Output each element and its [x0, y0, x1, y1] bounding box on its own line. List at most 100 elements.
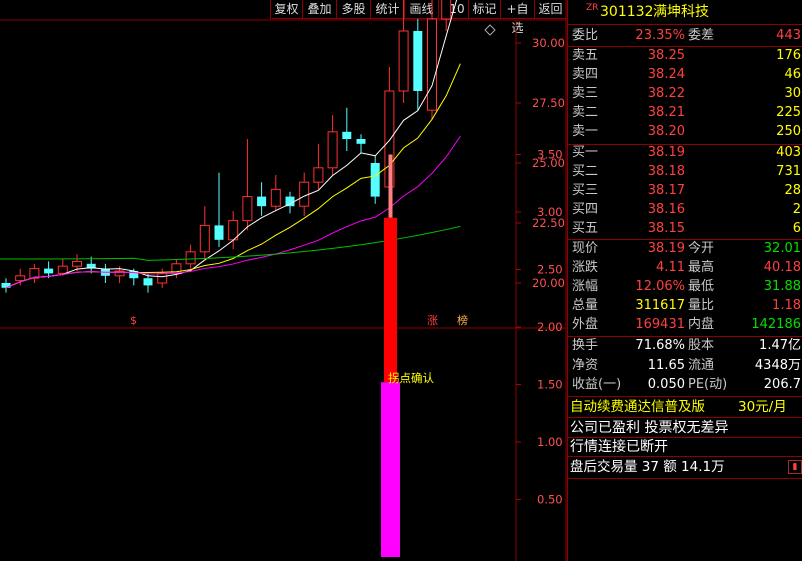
stats-value: 142186	[751, 317, 801, 332]
bid-volume: 2	[792, 202, 801, 217]
ask-row[interactable]: 卖二 38.21 225	[568, 103, 802, 123]
indicator-signal-label: 拐点确认	[388, 371, 434, 385]
fund-label: 收益(一)	[572, 377, 622, 392]
bid-label: 买四	[572, 202, 599, 217]
ask-row[interactable]: 卖五 38.25 176	[568, 46, 802, 66]
weicha-value: 443	[776, 28, 801, 43]
candle-body	[413, 31, 423, 91]
indicator-tick-label: 2.00	[537, 320, 563, 334]
candle-body	[185, 251, 196, 265]
fund-label: 股本	[688, 338, 715, 353]
stats-label: 内盘	[688, 317, 715, 332]
indicator-tick-label: 1.00	[537, 435, 563, 449]
stats-label: 涨跌	[572, 260, 599, 275]
signal-marker: 榜	[457, 313, 468, 327]
promo-price[interactable]: 30元/月	[738, 397, 787, 417]
stats-row: 总量 311617 量比 1.18	[568, 296, 802, 316]
ask-volume: 30	[784, 86, 801, 101]
stats-value: 32.01	[763, 241, 801, 256]
fund-value: 1.47亿	[759, 338, 801, 353]
bid-volume: 6	[792, 221, 801, 236]
ask-row[interactable]: 卖三 38.22 30	[568, 84, 802, 104]
ask-row[interactable]: 卖一 38.20 250	[568, 122, 802, 142]
stats-value: 169431	[635, 317, 685, 332]
bid-row[interactable]: 买三 38.17 28	[568, 181, 802, 201]
bid-row[interactable]: 买五 38.15 6	[568, 219, 802, 239]
fund-row: 换手 71.68% 股本 1.47亿	[568, 336, 802, 356]
candle-body	[356, 139, 366, 144]
signal-marker: $	[130, 314, 137, 327]
stats-row: 涨幅 12.06% 最低 31.88	[568, 277, 802, 297]
quote-panel: ZR 301132 满坤科技 委比 23.35% 委差 443 卖五 38.25 1…	[567, 0, 802, 561]
ask-row[interactable]: 卖四 38.24 46	[568, 65, 802, 85]
price-tick-label: 27.50	[532, 96, 565, 110]
price-tick-label: 30.00	[532, 36, 565, 50]
kline-chart[interactable]: 37.5035.0032.5030.0027.5025.0022.5020.00…	[0, 0, 567, 561]
stats-label: 量比	[688, 298, 715, 313]
stats-label: 最低	[688, 279, 715, 294]
candle-body	[214, 225, 224, 240]
stats-label: 今开	[688, 241, 715, 256]
indicator-tick-label: 0.50	[537, 493, 563, 507]
ask-price: 38.24	[647, 67, 685, 82]
fund-value: 0.050	[647, 377, 685, 392]
stats-value: 40.18	[763, 260, 801, 275]
bid-row[interactable]: 买二 38.18 731	[568, 162, 802, 182]
bid-volume: 731	[776, 164, 801, 179]
ask-volume: 46	[784, 67, 801, 82]
stats-row: 外盘 169431 内盘 142186	[568, 315, 802, 335]
candle-body	[157, 272, 168, 284]
promo-row[interactable]: 自动续费通达信普及版 30元/月	[568, 397, 802, 417]
bid-volume: 28	[784, 183, 801, 198]
bid-price: 38.17	[647, 183, 685, 198]
stats-label: 外盘	[572, 317, 599, 332]
bid-label: 买二	[572, 164, 599, 179]
bid-price: 38.18	[647, 164, 685, 179]
ask-price: 38.21	[647, 105, 685, 120]
after-hours-row: 盘后交易量 37 额 14.1万 ▮	[568, 457, 802, 477]
fund-label: 流通	[688, 357, 715, 373]
candle-body	[370, 163, 380, 197]
bid-volume: 403	[776, 145, 801, 160]
stock-name: 满坤科技	[653, 4, 709, 20]
candle-body	[15, 275, 26, 282]
promo-text[interactable]: 自动续费通达信普及版	[570, 397, 705, 417]
fund-label: 净资	[572, 357, 599, 373]
stats-label: 涨幅	[572, 279, 599, 294]
fund-value: 11.65	[647, 357, 685, 373]
candle-body	[427, 18, 437, 111]
fund-value: 71.68%	[635, 338, 685, 353]
candle-body	[270, 188, 281, 207]
weibi-row: 委比 23.35% 委差 443	[568, 26, 802, 46]
fund-label: PE(动)	[688, 377, 728, 392]
ask-label: 卖三	[572, 86, 599, 101]
stock-prefix-badge: ZR	[586, 3, 599, 13]
ask-label: 卖五	[572, 48, 599, 63]
after-hours-text: 盘后交易量 37 额 14.1万	[570, 459, 725, 475]
ask-price: 38.25	[647, 48, 685, 63]
diamond-icon	[484, 24, 496, 36]
price-tick-label: 20.00	[532, 276, 565, 290]
candle-body	[257, 196, 267, 207]
bid-row[interactable]: 买四 38.16 2	[568, 200, 802, 220]
stats-label: 现价	[572, 241, 599, 256]
stats-row: 涨跌 4.11 最高 40.18	[568, 258, 802, 278]
ask-price: 38.22	[647, 86, 685, 101]
bid-price: 38.15	[647, 221, 685, 236]
bid-row[interactable]: 买一 38.19 403	[568, 143, 802, 163]
bar-chart-icon[interactable]: ▮	[788, 460, 802, 474]
indicator-tick-label: 3.00	[537, 205, 563, 219]
stats-value: 12.06%	[635, 279, 685, 294]
candle-body	[199, 224, 210, 253]
note-text: 行情连接已断开	[570, 439, 668, 455]
ask-volume: 250	[776, 124, 801, 139]
candle-body	[441, 0, 452, 20]
stats-label: 最高	[688, 260, 715, 275]
candle-body	[398, 30, 409, 92]
stats-value: 311617	[635, 298, 685, 313]
fund-row: 净资 11.65 流通 4348万	[568, 356, 802, 376]
note-text: 公司已盈利 投票权无差异	[570, 420, 729, 436]
note-row-0: 公司已盈利 投票权无差异	[568, 418, 802, 438]
fund-value: 206.7	[763, 377, 801, 392]
weibi-value: 23.35%	[635, 28, 685, 43]
